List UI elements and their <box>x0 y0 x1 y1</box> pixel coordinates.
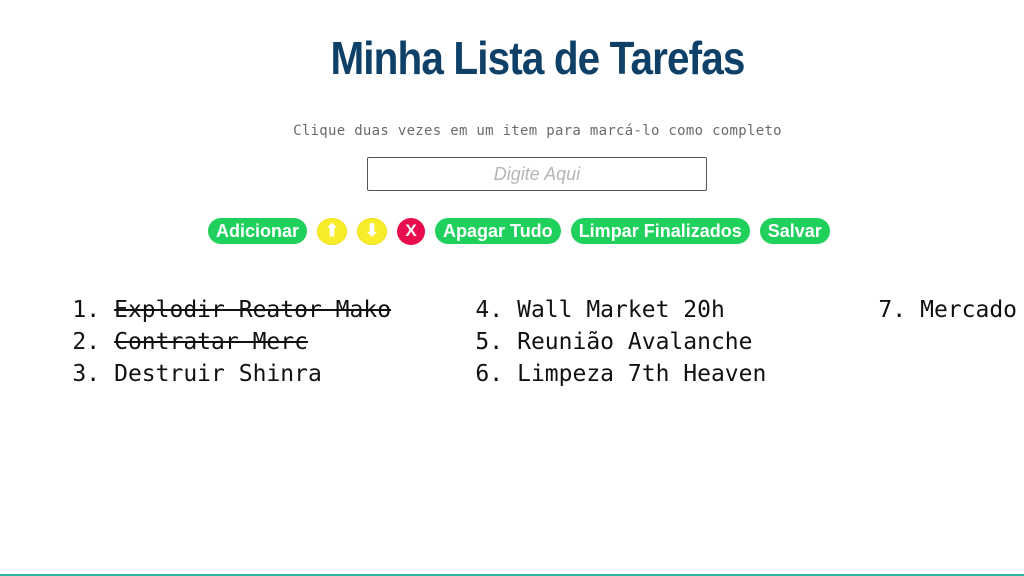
task-number: 7. <box>878 297 907 323</box>
task-item[interactable]: 3. Destruir Shinra <box>17 326 322 422</box>
clear-all-button[interactable]: Apagar Tudo <box>435 218 561 244</box>
task-text: Limpeza 7th Heaven <box>517 361 767 387</box>
task-item[interactable]: 6. Limpeza 7th Heaven <box>420 326 766 422</box>
remove-button[interactable]: X <box>397 217 426 245</box>
toolbar: Adicionar ⬆ ⬇ X Apagar Tudo Limpar Final… <box>208 217 830 245</box>
instructions-text: Clique duas vezes em um item para marcá-… <box>293 123 782 139</box>
save-button[interactable]: Salvar <box>759 218 830 244</box>
clear-finished-button[interactable]: Limpar Finalizados <box>570 218 750 244</box>
arrow-up-icon[interactable]: ⬆ <box>317 217 348 245</box>
task-item[interactable]: 7. Mercado <box>823 262 1017 358</box>
task-text: Destruir Shinra <box>114 361 322 387</box>
arrow-down-icon[interactable]: ⬇ <box>357 217 388 245</box>
page-title: Minha Lista de Tarefas <box>330 32 745 84</box>
add-button[interactable]: Adicionar <box>208 218 308 244</box>
task-number: 6. <box>475 361 504 387</box>
task-text: Mercado <box>920 297 1018 323</box>
task-number: 3. <box>72 361 101 387</box>
task-input[interactable] <box>367 157 707 191</box>
